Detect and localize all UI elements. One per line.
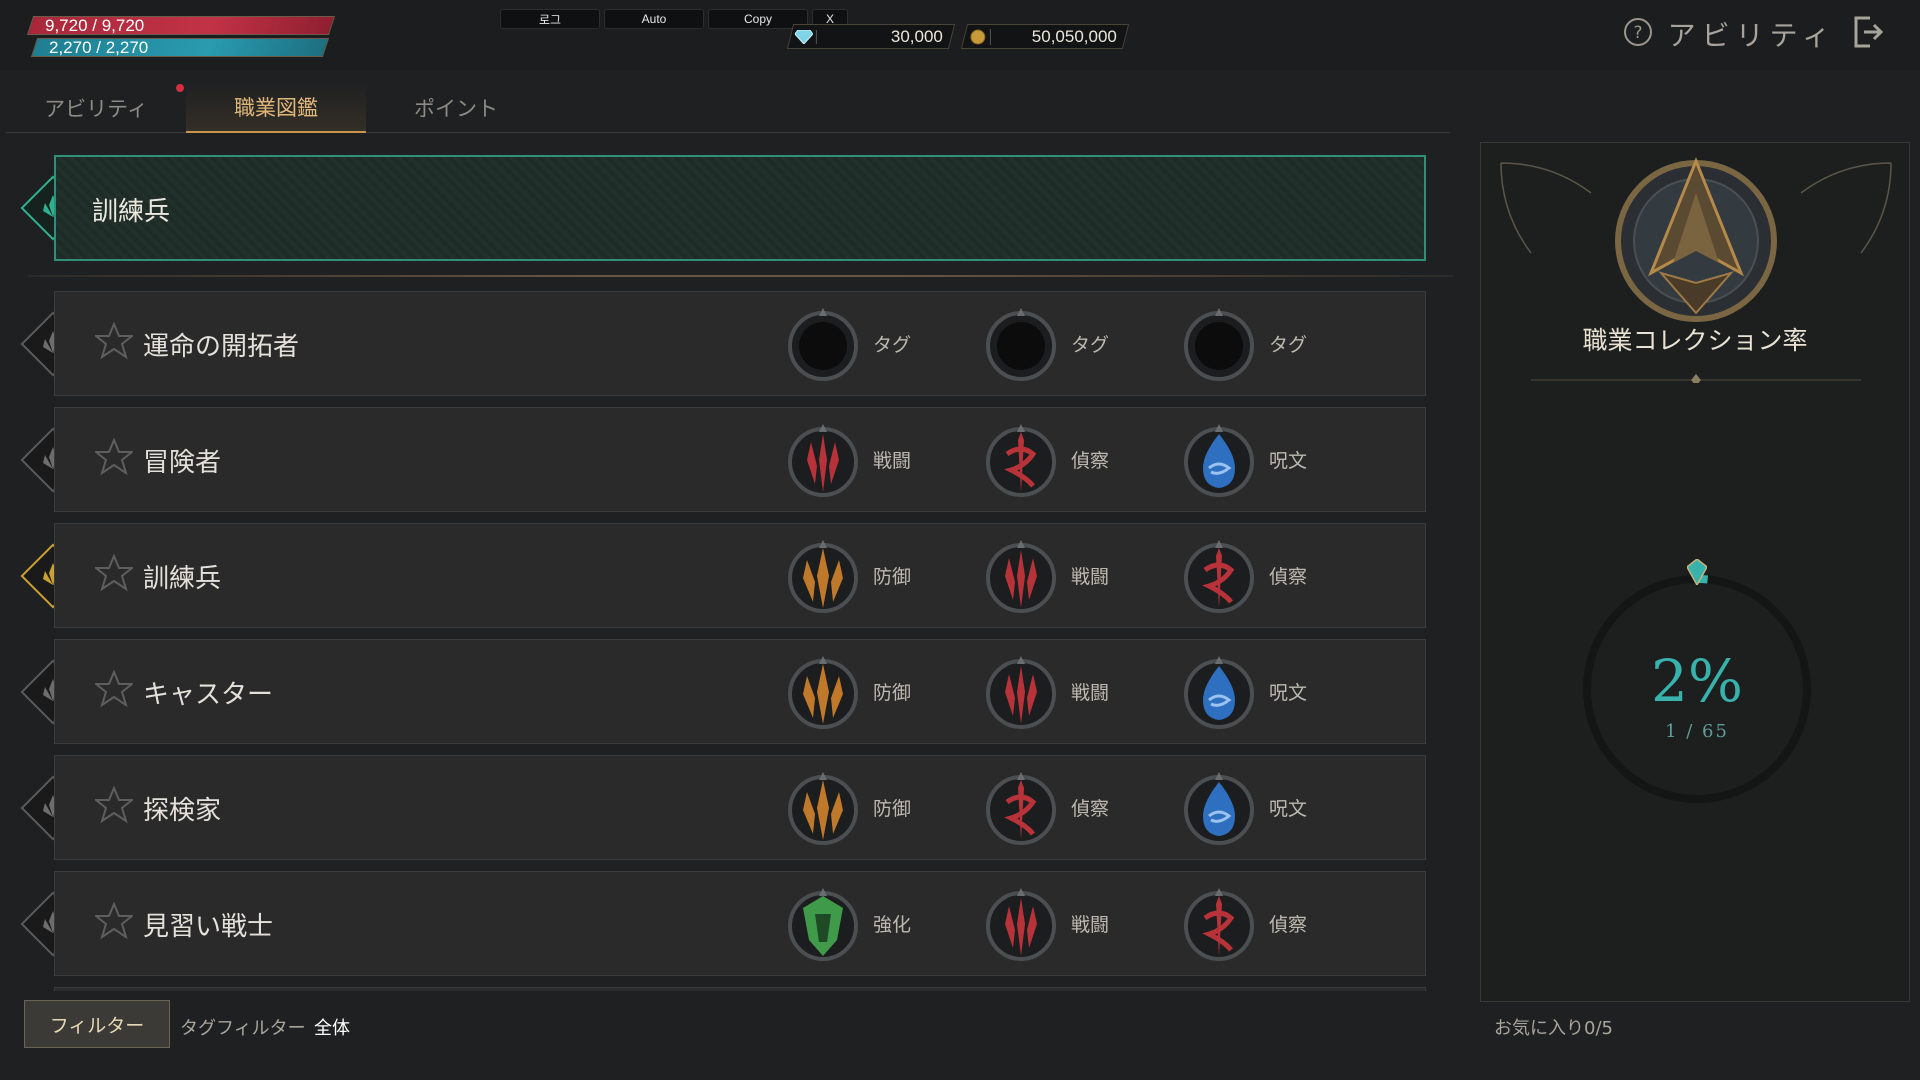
tag-label: 偵察: [1071, 450, 1110, 472]
buff-tag-icon: [783, 884, 863, 964]
exit-icon[interactable]: [1850, 14, 1884, 54]
recon-tag-icon: [1179, 884, 1259, 964]
coin-icon: [965, 28, 991, 45]
defense-tag-icon: [783, 536, 863, 616]
tag-label: 戦闘: [1071, 682, 1110, 704]
spell-tag-icon: [1179, 768, 1259, 848]
tag-label: 偵察: [1269, 914, 1308, 936]
combat-tag-icon: [981, 884, 1061, 964]
mp-bar: 2,270 / 2,270: [30, 38, 330, 57]
hp-text: 9,720 / 9,720: [45, 16, 145, 35]
tag-label: 戦闘: [873, 450, 912, 472]
job-list[interactable]: 運命の開拓者 タグ タグ タグ 冒険者 戦闘 偵察 呪文 訓練兵 防御 戦闘 偵察 キャスター 防御 戦闘呪…: [0, 291, 1440, 991]
tab-job-encyclopedia[interactable]: 職業図鑑: [186, 82, 366, 133]
help-icon[interactable]: ?: [1622, 16, 1654, 52]
favorite-star-icon[interactable]: [93, 669, 135, 712]
mp-text: 2,270 / 2,270: [49, 38, 149, 57]
tab-job-encyclopedia-label: 職業図鑑: [234, 95, 318, 120]
tag-label: タグ: [1071, 334, 1110, 356]
gold-amount: 50,050,000: [1031, 26, 1117, 46]
collection-panel: 職業コレクション率 2% 1 / 65: [1480, 142, 1910, 1002]
tag-label: 呪文: [1269, 798, 1308, 820]
header-right: ? アビリティ: [1622, 14, 1884, 54]
filter-button[interactable]: フィルター: [24, 1000, 170, 1048]
favorite-star-icon[interactable]: [93, 901, 135, 944]
gem-currency: 30,000: [786, 24, 956, 49]
job-name: キャスター: [143, 680, 274, 710]
hp-bar: 9,720 / 9,720: [26, 16, 336, 35]
recon-tag-icon: [1179, 536, 1259, 616]
auto-button[interactable]: Auto: [604, 9, 704, 29]
collection-title: 職業コレクション率: [1582, 326, 1808, 355]
tag-label: 防御: [873, 682, 912, 704]
collection-count: 1 / 65: [1665, 721, 1729, 742]
footer: フィルター タグフィルター 全体 お気に入り0/5: [0, 1000, 1920, 1080]
favorite-star-icon[interactable]: [93, 321, 135, 364]
progress-marker-icon: [1687, 559, 1707, 585]
tag-label: 強化: [873, 914, 912, 936]
recon-tag-icon: [981, 768, 1061, 848]
empty-tag-icon: [981, 304, 1061, 384]
collection-percent: 2%: [1650, 647, 1743, 715]
tag-label: 戦闘: [1071, 914, 1110, 936]
job-row[interactable]: 見習い戦士 強化 戦闘 偵察: [54, 871, 1426, 976]
defense-tag-icon: [783, 652, 863, 732]
tag-label: 偵察: [1071, 798, 1110, 820]
spell-tag-icon: [1179, 652, 1259, 732]
empty-tag-icon: [1179, 304, 1259, 384]
recon-tag-icon: [981, 420, 1061, 500]
tag-filter-label: タグフィルター: [180, 1018, 306, 1039]
tab-points[interactable]: ポイント: [366, 82, 546, 133]
gold-currency: 50,050,000: [960, 24, 1130, 49]
gem-icon: [791, 29, 817, 44]
notification-dot: [176, 84, 184, 92]
job-name: 探検家: [143, 796, 222, 826]
tab-points-label: ポイント: [414, 96, 498, 121]
favorite-star-icon[interactable]: [93, 437, 135, 480]
collection-progress-ring: 2% 1 / 65: [1581, 559, 1813, 805]
gem-amount: 30,000: [891, 26, 943, 46]
tab-bar: アビリティ 職業図鑑 ポイント: [6, 82, 1450, 133]
favorites-count: お気に入り0/5: [1494, 1018, 1613, 1039]
defense-tag-icon: [783, 768, 863, 848]
selected-job-name: 訓練兵: [92, 197, 171, 227]
job-row[interactable]: キャスター 防御 戦闘 呪文: [54, 639, 1426, 744]
section-divider: [28, 275, 1454, 277]
job-name: 訓練兵: [143, 564, 222, 594]
job-row[interactable]: 探検家 防御 偵察 呪文: [54, 755, 1426, 860]
tag-label: 防御: [873, 566, 912, 588]
tag-label: 呪文: [1269, 450, 1308, 472]
job-row[interactable]: 運命の開拓者 タグ タグ タグ: [54, 291, 1426, 396]
spell-tag-icon: [1179, 420, 1259, 500]
tag-label: 戦闘: [1071, 566, 1110, 588]
tag-filter-value[interactable]: 全体: [314, 1014, 350, 1040]
tag-label: タグ: [1269, 334, 1308, 356]
job-name: 見習い戦士: [143, 912, 274, 942]
job-name: 運命の開拓者: [143, 332, 300, 362]
empty-tag-icon: [783, 304, 863, 384]
tag-label: 防御: [873, 798, 912, 820]
page-title: アビリティ: [1667, 19, 1836, 52]
tag-label: 呪文: [1269, 682, 1308, 704]
svg-text:?: ?: [1633, 23, 1642, 43]
job-row[interactable]: 冒険者 戦闘 偵察 呪文: [54, 407, 1426, 512]
collection-emblem: [1591, 153, 1801, 323]
top-bar: 9,720 / 9,720 2,270 / 2,270 로그 Auto Copy…: [0, 0, 1920, 70]
tag-label: 偵察: [1269, 566, 1308, 588]
job-row[interactable]: 訓練兵 防御 戦闘 偵察: [54, 523, 1426, 628]
combat-tag-icon: [981, 536, 1061, 616]
combat-tag-icon: [981, 652, 1061, 732]
job-row-partial[interactable]: [54, 987, 1426, 991]
combat-tag-icon: [783, 420, 863, 500]
tag-label: タグ: [873, 334, 912, 356]
favorite-star-icon[interactable]: [93, 553, 135, 596]
job-name: 冒険者: [143, 448, 222, 478]
tab-ability-label: アビリティ: [44, 96, 148, 121]
favorite-star-icon[interactable]: [93, 785, 135, 828]
log-button[interactable]: 로그: [500, 9, 600, 29]
selected-job-banner[interactable]: 訓練兵: [54, 155, 1426, 261]
tab-ability[interactable]: アビリティ: [6, 82, 186, 133]
